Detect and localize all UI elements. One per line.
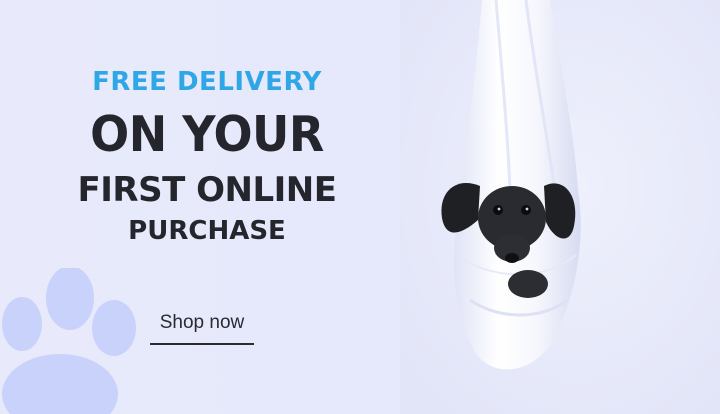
- promo-kicker: FREE DELIVERY: [92, 67, 322, 97]
- promo-subline-first-online: FIRST ONLINE: [77, 170, 337, 210]
- promo-headline: ON YOUR: [90, 105, 324, 163]
- promo-banner: FREE DELIVERY ON YOUR FIRST ONLINE PURCH…: [0, 0, 720, 414]
- shop-now-link[interactable]: Shop now: [150, 309, 254, 345]
- dachshund-in-sling-image: [400, 0, 720, 414]
- promo-subline-purchase: PURCHASE: [128, 216, 286, 246]
- promo-copy: FREE DELIVERY ON YOUR FIRST ONLINE PURCH…: [62, 64, 352, 248]
